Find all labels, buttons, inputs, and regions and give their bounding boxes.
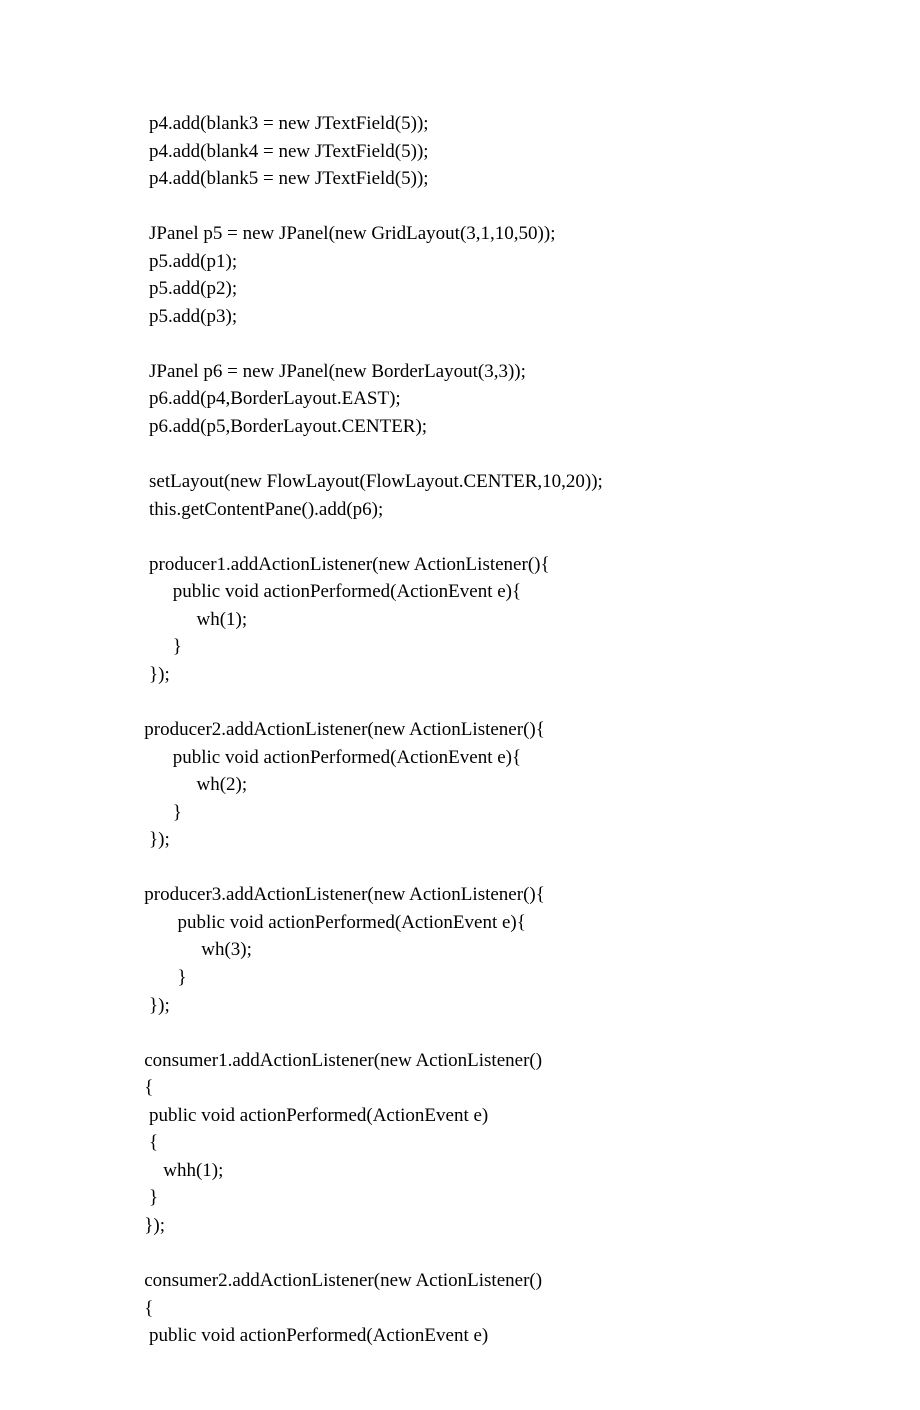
code-block: p4.add(blank3 = new JTextField(5)); p4.a… <box>130 113 603 1346</box>
code-page: p4.add(blank3 = new JTextField(5)); p4.a… <box>0 0 920 1410</box>
